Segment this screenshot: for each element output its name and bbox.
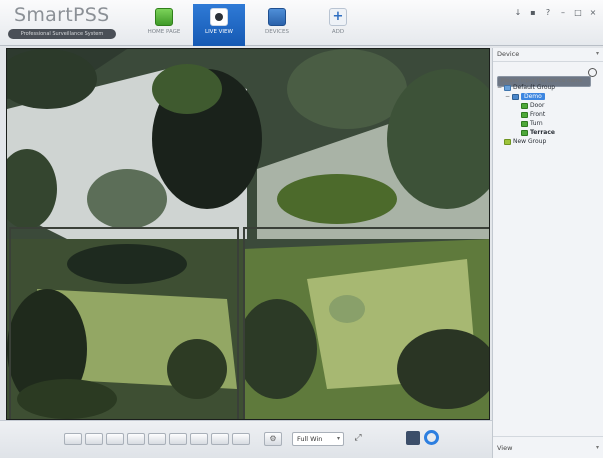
close-icon[interactable]: ×: [589, 8, 597, 17]
tree-node-turn[interactable]: Turn: [497, 119, 603, 128]
tree-node-label: Door: [530, 102, 545, 109]
window-split-select[interactable]: Full Win ▾: [292, 432, 344, 446]
layout-1-button[interactable]: [64, 433, 82, 445]
device-icon: [512, 93, 519, 100]
logo-tagline: Professional Surveillance System: [8, 29, 116, 39]
search-icon[interactable]: [588, 68, 597, 77]
top-navigation-bar: SmartPSS Professional Surveillance Syste…: [0, 0, 603, 46]
plus-icon: +: [329, 8, 347, 26]
tree-node-label: Default Group: [513, 84, 556, 91]
device-sidebar: Device ▾ −Default Group −Demo Door Front…: [492, 48, 603, 458]
device-search: [497, 67, 599, 87]
camera-icon: [210, 8, 228, 26]
layout-4-button[interactable]: [85, 433, 103, 445]
chevron-down-icon: ▾: [595, 444, 599, 451]
collapse-icon[interactable]: −: [505, 92, 512, 101]
refresh-icon[interactable]: [424, 430, 439, 445]
chevron-down-icon: ▾: [336, 435, 340, 442]
layout-button-group: [64, 433, 250, 445]
devices-icon: [268, 8, 286, 26]
video-pane-3[interactable]: [243, 227, 489, 419]
tree-node-default-group[interactable]: − Default Group: [497, 83, 603, 92]
save-view-icon[interactable]: [406, 431, 420, 445]
logo-text: SmartPSS: [14, 4, 110, 26]
channel-icon: [521, 102, 528, 109]
window-split-value: Full Win: [297, 435, 323, 443]
tab-home-page-label: HOME PAGE: [147, 29, 181, 35]
lock-icon[interactable]: ▪: [529, 8, 537, 17]
sidebar-footer-label: View: [497, 444, 513, 452]
tree-node-demo[interactable]: − Demo: [497, 92, 603, 101]
maximize-icon[interactable]: □: [574, 8, 582, 17]
channel-icon: [521, 120, 528, 127]
tree-node-label: Turn: [530, 120, 543, 127]
tab-add[interactable]: + ADD: [312, 4, 364, 46]
group-icon: [504, 84, 511, 91]
tab-live-view-label: LIVE VIEW: [205, 29, 233, 35]
collapse-icon[interactable]: −: [497, 83, 504, 92]
video-pane-2[interactable]: [9, 227, 239, 419]
sidebar-header-label: Device: [497, 50, 520, 58]
new-group-icon: [504, 138, 511, 145]
layout-25-button[interactable]: [232, 433, 250, 445]
device-tree: − Default Group − Demo Door Front Turn Ter…: [493, 83, 603, 146]
channel-icon: [521, 111, 528, 118]
layout-16-button[interactable]: [190, 433, 208, 445]
tab-live-view[interactable]: LIVE VIEW: [193, 4, 245, 46]
live-view-toolbar: ⚙ Full Win ▾ ⤢: [0, 420, 492, 458]
sidebar-header[interactable]: Device ▾: [493, 48, 603, 62]
video-display-area[interactable]: [6, 48, 490, 420]
tree-node-label: Front: [530, 111, 546, 118]
tab-add-label: ADD: [331, 29, 345, 35]
tree-node-label: Demo: [521, 93, 545, 100]
fullscreen-button[interactable]: ⤢: [350, 432, 366, 446]
layout-13-button[interactable]: [169, 433, 187, 445]
help-icon[interactable]: ?: [544, 8, 552, 17]
channel-icon: [521, 129, 528, 136]
layout-settings-button[interactable]: ⚙: [264, 432, 282, 446]
tab-home-page[interactable]: HOME PAGE: [138, 4, 190, 46]
tree-node-label: Terrace: [530, 129, 555, 136]
tree-node-label: New Group: [513, 138, 547, 145]
sidebar-view-selector[interactable]: View ▾: [493, 436, 603, 458]
minimize-icon[interactable]: –: [559, 8, 567, 17]
tab-devices[interactable]: DEVICES: [251, 4, 303, 46]
tree-node-door[interactable]: Door: [497, 101, 603, 110]
layout-9-button[interactable]: [148, 433, 166, 445]
smartpss-logo: SmartPSS Professional Surveillance Syste…: [6, 4, 118, 42]
home-icon: [155, 8, 173, 26]
layout-6-button[interactable]: [106, 433, 124, 445]
tab-devices-label: DEVICES: [265, 29, 289, 35]
tree-node-front[interactable]: Front: [497, 110, 603, 119]
tree-node-terrace[interactable]: Terrace: [497, 128, 603, 137]
tree-node-new-group[interactable]: New Group: [497, 137, 603, 146]
chevron-down-icon: ▾: [595, 50, 599, 57]
window-controls: ↓ ▪ ? – □ ×: [514, 8, 597, 17]
layout-8-button[interactable]: [127, 433, 145, 445]
layout-20-button[interactable]: [211, 433, 229, 445]
download-icon[interactable]: ↓: [514, 8, 522, 17]
smartpss-window: SmartPSS Professional Surveillance Syste…: [0, 0, 603, 458]
